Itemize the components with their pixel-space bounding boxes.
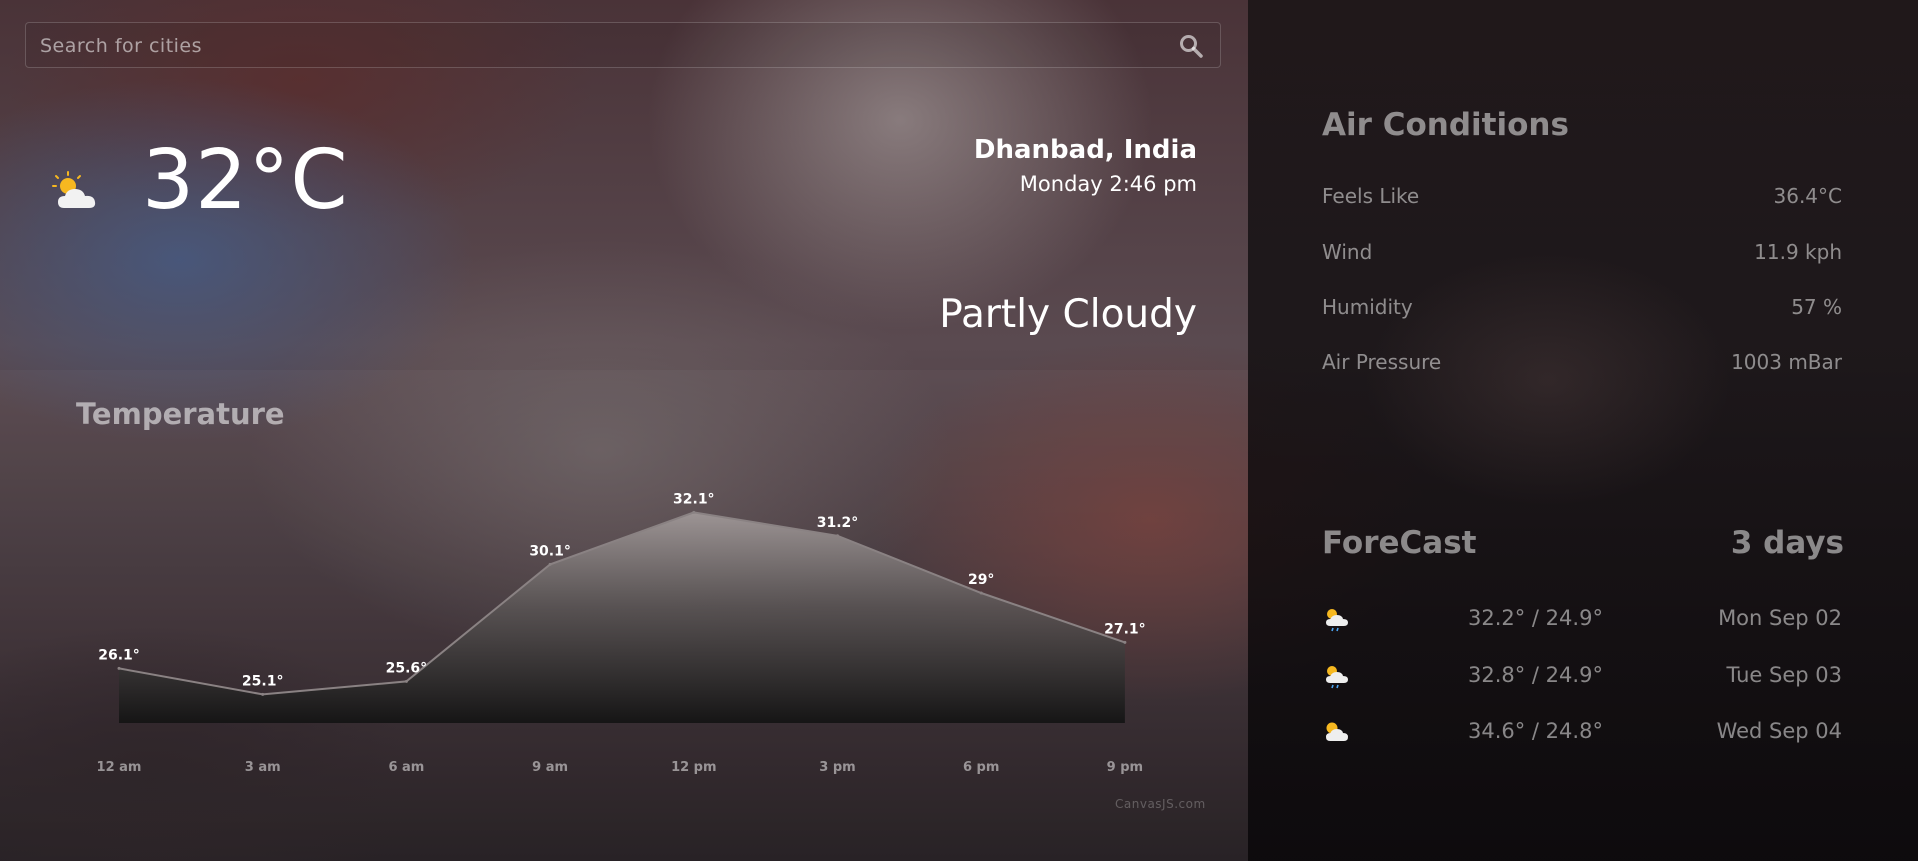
cloud-sun-rain-icon <box>1326 609 1348 632</box>
data-label: 31.2° <box>817 515 859 531</box>
chart-credit[interactable]: CanvasJS.com <box>1115 797 1206 811</box>
data-label: 32.1° <box>673 491 715 507</box>
x-tick-label: 9 pm <box>1107 760 1143 775</box>
forecast-row: 32.8° / 24.9° Tue Sep 03 <box>1322 661 1842 693</box>
x-tick-label: 3 am <box>245 760 281 775</box>
data-point[interactable] <box>404 679 408 683</box>
air-condition-value: 11.9 kph <box>1754 240 1842 264</box>
data-label: 29° <box>968 572 994 588</box>
temperature-area <box>119 512 1125 723</box>
air-condition-label: Wind <box>1322 240 1373 264</box>
air-condition-value: 1003 mBar <box>1731 350 1842 374</box>
x-tick-label: 6 pm <box>963 760 999 775</box>
x-tick-label: 12 pm <box>671 760 716 775</box>
data-point[interactable] <box>979 591 983 595</box>
forecast-row: 34.6° / 24.8° Wed Sep 04 <box>1322 717 1842 749</box>
x-tick-label: 12 am <box>97 760 142 775</box>
forecast-temps: 34.6° / 24.8° <box>1468 719 1603 743</box>
forecast-days-label: 3 days <box>1730 525 1844 561</box>
data-label: 30.1° <box>529 543 571 559</box>
data-point[interactable] <box>548 562 552 566</box>
data-label: 26.1° <box>98 647 140 663</box>
forecast-temps: 32.2° / 24.9° <box>1468 606 1603 630</box>
air-condition-value: 57 % <box>1791 295 1842 319</box>
data-point[interactable] <box>117 666 121 670</box>
data-point[interactable] <box>1123 640 1127 644</box>
temperature-chart: 26.1° 12 am 25.1° 3 am 25.6° 6 am 30.1° 9 am 32.… <box>97 491 1146 775</box>
x-tick-label: 9 am <box>532 760 568 775</box>
side-panel: Air Conditions Feels Like 36.4°C Wind 11… <box>1248 0 1918 861</box>
forecast-day: Mon Sep 02 <box>1718 606 1842 630</box>
x-tick-label: 6 am <box>388 760 424 775</box>
data-label: 25.1° <box>242 673 284 689</box>
cloud-sun-rain-icon <box>1326 666 1348 689</box>
forecast-day: Tue Sep 03 <box>1726 663 1842 687</box>
data-point[interactable] <box>836 534 839 538</box>
partly-cloudy-icon <box>1326 722 1348 741</box>
forecast-row: 32.2° / 24.9° Mon Sep 02 <box>1322 604 1842 636</box>
air-conditions-title: Air Conditions <box>1322 107 1569 143</box>
data-label: 25.6° <box>386 660 428 676</box>
air-condition-value: 36.4°C <box>1773 184 1843 208</box>
air-condition-label: Humidity <box>1322 295 1413 319</box>
air-condition-label: Feels Like <box>1322 184 1420 208</box>
data-point[interactable] <box>692 510 696 514</box>
main-panel: 32°C Dhanbad, India Monday 2:46 pm Partl… <box>0 0 1248 861</box>
forecast-day: Wed Sep 04 <box>1716 719 1842 743</box>
data-point[interactable] <box>261 692 265 696</box>
forecast-temps: 32.8° / 24.9° <box>1468 663 1603 687</box>
air-condition-label: Air Pressure <box>1322 350 1442 374</box>
forecast-title: ForeCast <box>1322 525 1477 561</box>
x-tick-label: 3 pm <box>819 760 855 775</box>
data-label: 27.1° <box>1104 621 1146 637</box>
